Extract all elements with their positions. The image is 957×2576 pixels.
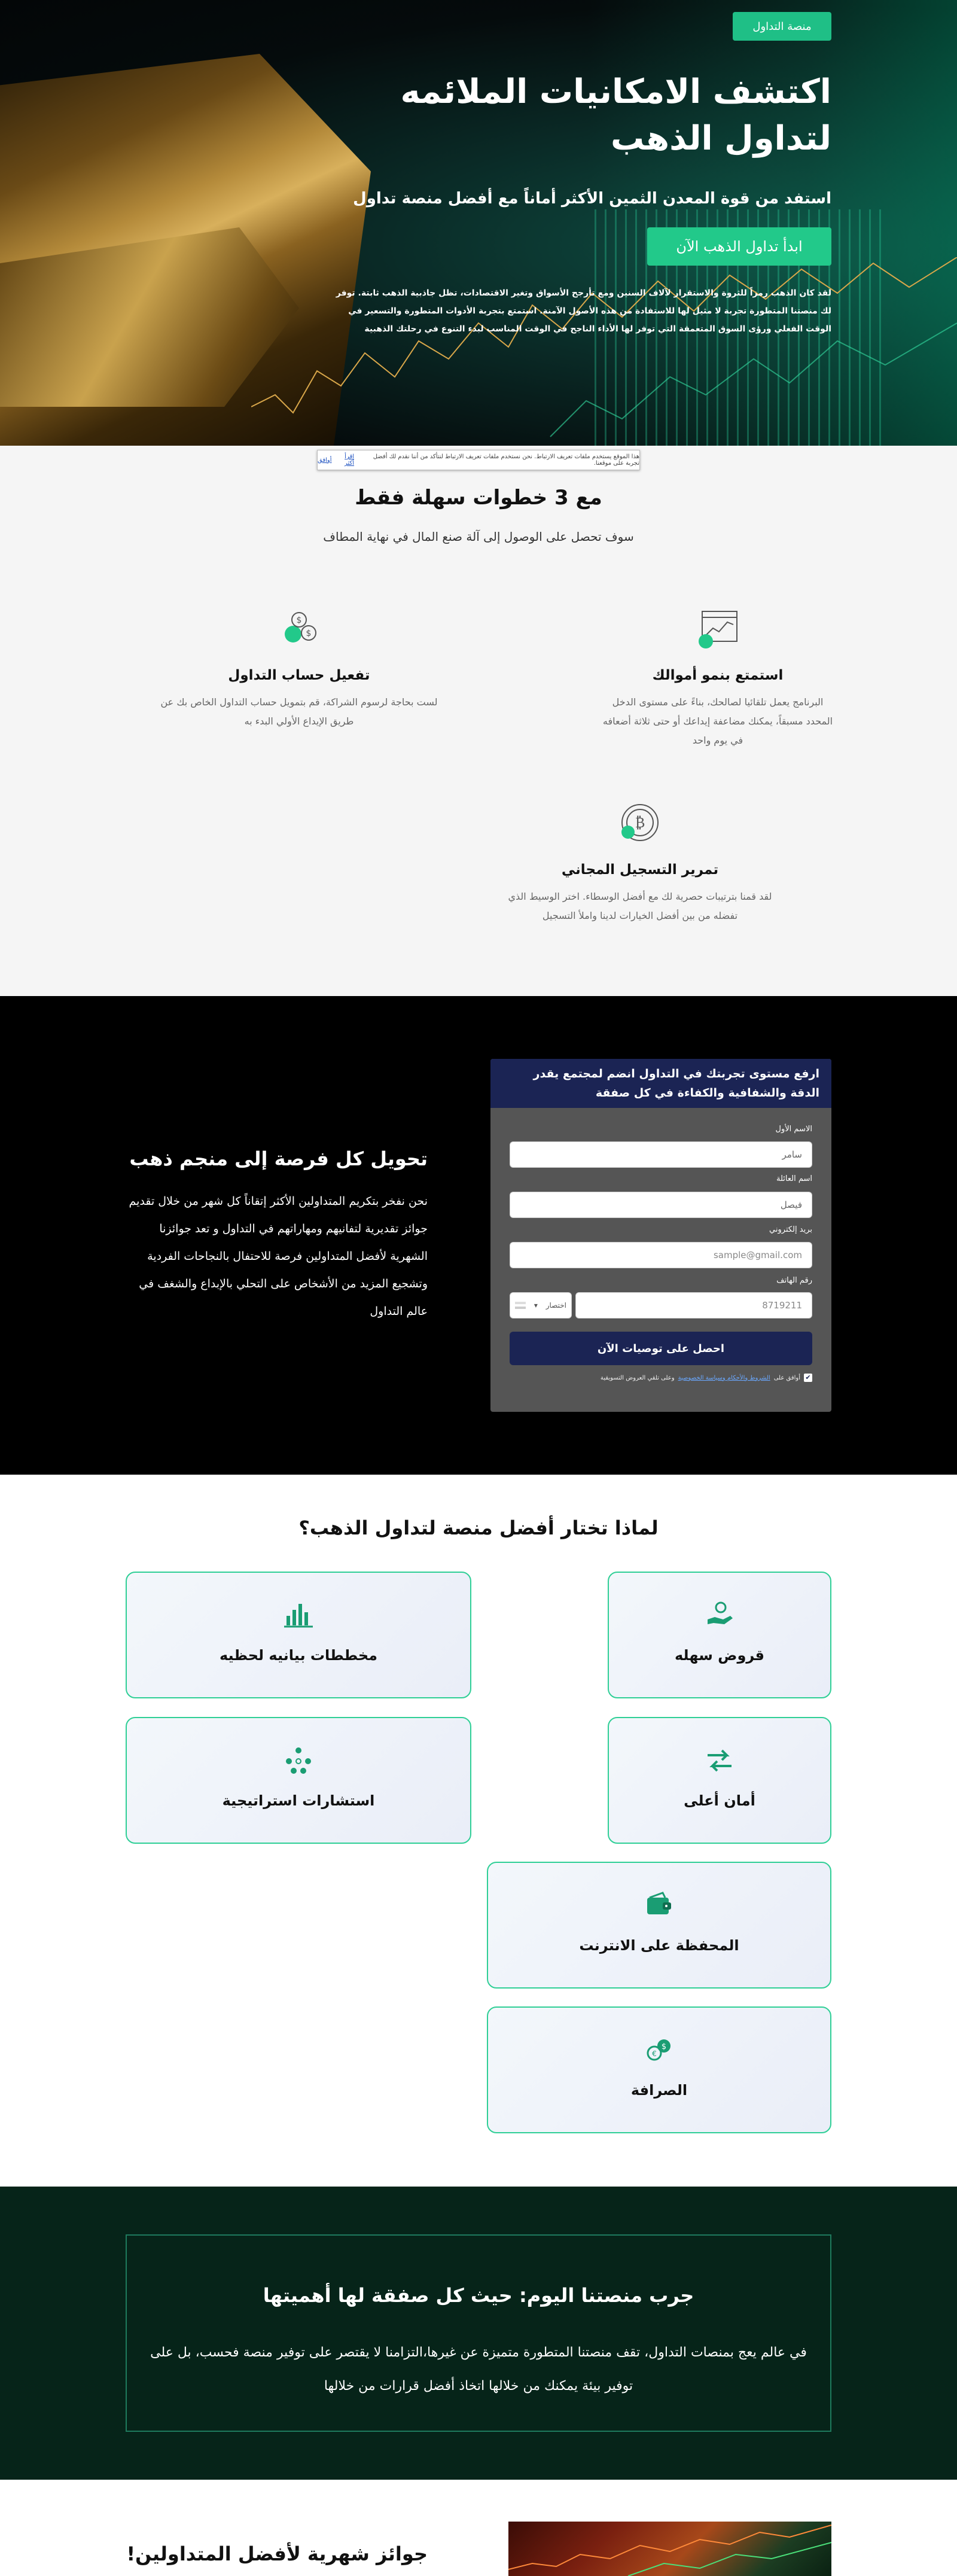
- consent-suffix: وعلى تلقي العروض التسويقية: [600, 1374, 675, 1381]
- step-item-free-registration: ₿ تمرير التسجيل المجاني لقد قمنا بترتيبا…: [502, 799, 778, 925]
- feature-label: مخططات بيانيه لحظيه: [220, 1647, 377, 1664]
- feature-card-easy-loans: قروض سهله: [608, 1572, 831, 1698]
- step-text: لقد قمنا بترتيبات حصرية لك مع أفضل الوسط…: [508, 891, 772, 921]
- phone-label: رقم الهاتف: [776, 1276, 812, 1285]
- step-item-activate-account: $ $ تفعيل حساب التداول لست بحاجة لرسوم ا…: [156, 604, 443, 731]
- svg-text:€: €: [652, 2050, 657, 2058]
- terms-link[interactable]: الشروط والأحكام وسياسة الخصوصية: [678, 1375, 770, 1381]
- awards-heading: جوائز شهرية لأفضل المتداولين!: [126, 2542, 428, 2565]
- feature-card-strategic-consulting: استشارات استراتيجية: [126, 1717, 471, 1844]
- bitcoin-icon: ₿: [621, 804, 659, 841]
- platform-badge-button[interactable]: منصة التداول: [733, 12, 831, 41]
- start-trading-button[interactable]: ابدأ تداول الذهب الآن: [647, 227, 831, 266]
- try-paragraph: في عالم يعج بمنصات التداول، تقف منصتنا ا…: [150, 2345, 807, 2394]
- currency-exchange-icon: $ €: [647, 2039, 670, 2061]
- exchange-arrows-icon: [708, 1749, 732, 1772]
- svg-text:$: $: [306, 629, 312, 638]
- consent-checkbox[interactable]: ✔: [804, 1374, 812, 1382]
- email-input[interactable]: sample@gmail.com: [510, 1242, 812, 1268]
- feature-label: المحفظة على الانترنت: [579, 1937, 739, 1954]
- consent-row: ✔ أوافق على الشروط والأحكام وسياسة الخصو…: [510, 1374, 812, 1382]
- hero-description: لقد كان الذهب رمزاً للثروة والاستقرار لآ…: [336, 288, 831, 334]
- feature-label: الصرافة: [630, 2082, 688, 2099]
- flag-icon: [515, 1302, 526, 1309]
- consent-prefix: أوافق على: [773, 1374, 800, 1381]
- steps-subtitle: سوف تحصل على الوصول إلى آلة صنع المال في…: [323, 529, 634, 544]
- country-code-select[interactable]: ▾ اختصار: [510, 1292, 572, 1319]
- chevron-down-icon: ▾: [534, 1301, 538, 1310]
- network-people-icon: [286, 1747, 311, 1774]
- svg-text:₿: ₿: [635, 814, 645, 831]
- wallet-icon: [647, 1892, 671, 1914]
- step-title: تمرير التسجيل المجاني: [561, 862, 719, 878]
- step-text: لست بحاجة لرسوم الشراكة، قم بتمويل حساب …: [160, 696, 438, 727]
- step-item-grow-money: استمتع بنمو أموالك البرنامج يعمل تلقائيا…: [598, 604, 837, 750]
- coins-dollar-icon: $ $: [285, 612, 316, 643]
- feature-label: أمان أعلى: [684, 1792, 755, 1809]
- step-title: تفعيل حساب التداول: [228, 668, 370, 683]
- trading-chart-image: [508, 2522, 831, 2576]
- why-title: لماذا تختار أفضل منصة لتداول الذهب؟: [298, 1517, 659, 1539]
- feature-label: قروض سهله: [675, 1647, 764, 1664]
- svg-text:$: $: [662, 2042, 666, 2051]
- hand-coin-icon: [708, 1601, 733, 1624]
- cookie-accept-link[interactable]: أوافق: [318, 457, 332, 464]
- first-name-label: الاسم الأول: [775, 1125, 812, 1134]
- phone-input[interactable]: 8719211: [575, 1292, 812, 1319]
- last-name-input[interactable]: فيصل: [510, 1192, 812, 1218]
- first-name-input[interactable]: سامر: [510, 1141, 812, 1168]
- chart-window-icon: [699, 611, 737, 648]
- feature-label: استشارات استراتيجية: [222, 1792, 375, 1809]
- cookie-text: هذا الموقع يستخدم ملفات تعريف الارتباط. …: [373, 453, 639, 467]
- cookie-banner: هذا الموقع يستخدم ملفات تعريف الارتباط. …: [317, 450, 640, 470]
- hero-subtitle: استفد من قوة المعدن الثمين الأكثر أماناً…: [353, 190, 831, 208]
- hero-title: اكتشف الامكانيات الملائمه لتداول الذهب: [400, 72, 831, 158]
- cookie-read-more-link[interactable]: اقرأ أكثر: [336, 453, 354, 467]
- feature-card-realtime-charts: مخططات بيانيه لحظيه: [126, 1572, 471, 1698]
- form-header: ارفع مستوى تجربتك في التداول انضم لمجتمع…: [490, 1059, 831, 1108]
- lead-paragraph: نحن نفخر بتكريم المتداولين الأكثر إتقانا…: [129, 1195, 428, 1318]
- svg-text:$: $: [297, 616, 302, 625]
- step-title: استمتع بنمو أموالك: [652, 668, 784, 683]
- hero-section: [0, 0, 957, 446]
- try-heading: جرب منصتنا اليوم: حيث كل صفقة لها أهميته…: [263, 2284, 694, 2307]
- email-label: بريد إلكتروني: [769, 1225, 812, 1234]
- country-code-value: اختصار: [545, 1301, 566, 1310]
- bar-chart-icon: [284, 1604, 313, 1628]
- registration-form: ارفع مستوى تجربتك في التداول انضم لمجتمع…: [490, 1059, 831, 1412]
- step-text: البرنامج يعمل تلقائيا لصالحك، بناءً على …: [602, 696, 833, 746]
- feature-card-exchange: $ € الصرافة: [487, 2006, 831, 2133]
- lead-heading: تحويل كل فرصة إلى منجم ذهب: [129, 1147, 428, 1170]
- feature-card-high-security: أمان أعلى: [608, 1717, 831, 1844]
- feature-card-online-wallet: المحفظة على الانترنت: [487, 1862, 831, 1989]
- get-recommendations-button[interactable]: احصل على توصيات الآن: [510, 1332, 812, 1365]
- last-name-label: اسم العائلة: [776, 1174, 812, 1183]
- steps-title: مع 3 خطوات سهلة فقط: [355, 486, 602, 510]
